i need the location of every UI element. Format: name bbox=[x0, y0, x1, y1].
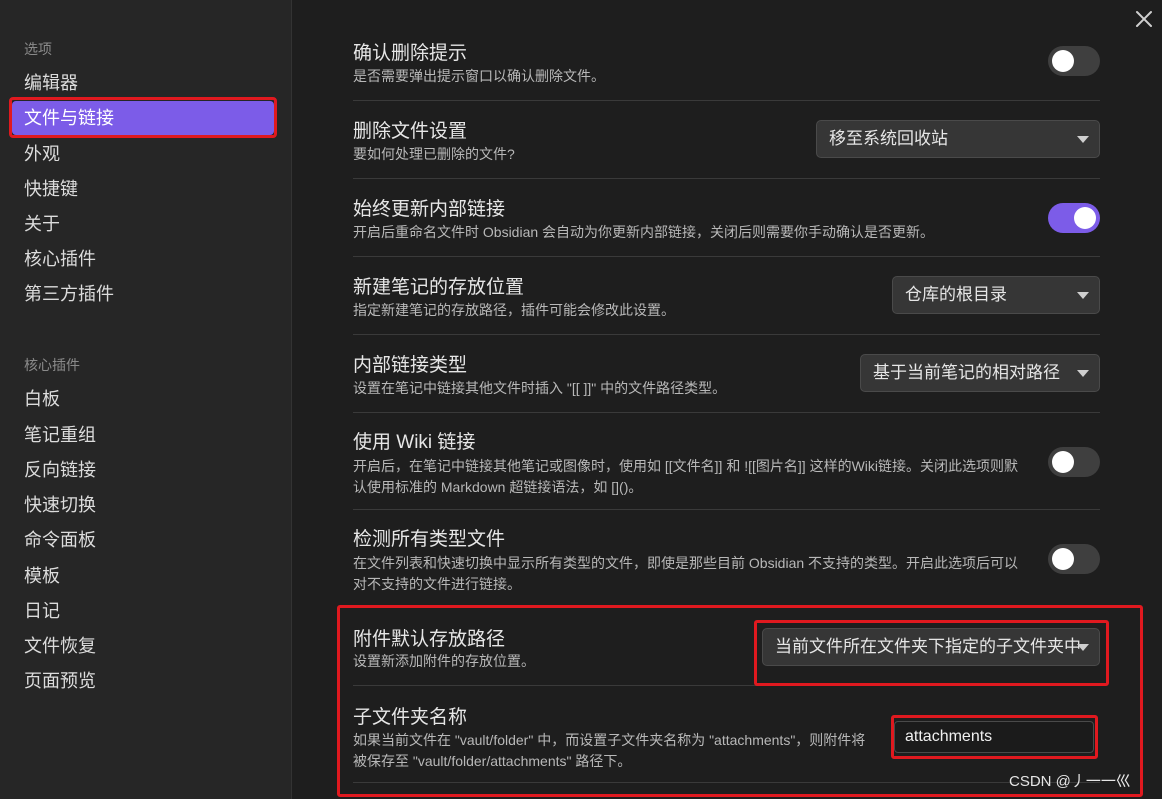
sidebar-item-canvas[interactable]: 白板 bbox=[12, 382, 274, 416]
setting-name: 始终更新内部链接 bbox=[353, 199, 506, 220]
setting-name: 使用 Wiki 链接 bbox=[353, 432, 476, 453]
sidebar-item-core-plugins[interactable]: 核心插件 bbox=[12, 242, 274, 276]
chevron-down-icon bbox=[1077, 370, 1089, 377]
sidebar-item-hotkeys[interactable]: 快捷键 bbox=[12, 172, 274, 206]
setting-desc: 指定新建笔记的存放路径，插件可能会修改此设置。 bbox=[353, 302, 675, 318]
confirm-delete-toggle[interactable] bbox=[1048, 46, 1100, 76]
setting-desc: 开启后，在笔记中链接其他笔记或图像时，使用如 [[文件名]] 和 ![[图片名]… bbox=[353, 458, 1018, 495]
setting-name: 检测所有类型文件 bbox=[353, 529, 506, 550]
setting-desc: 设置在笔记中链接其他文件时插入 "[[ ]]" 中的文件路径类型。 bbox=[353, 380, 727, 396]
setting-desc: 开启后重命名文件时 Obsidian 会自动为你更新内部链接，关闭后则需要你手动… bbox=[353, 224, 935, 240]
sidebar-item-appearance[interactable]: 外观 bbox=[12, 137, 274, 171]
setting-desc: 要如何处理已删除的文件? bbox=[353, 146, 515, 162]
sidebar-item-community-plugins[interactable]: 第三方插件 bbox=[12, 277, 274, 311]
setting-desc: 在文件列表和快速切换中显示所有类型的文件，即使是那些目前 Obsidian 不支… bbox=[353, 555, 1019, 592]
active-item-highlight bbox=[9, 97, 277, 138]
setting-name: 新建笔记的存放位置 bbox=[353, 277, 525, 298]
sidebar-item-templates[interactable]: 模板 bbox=[12, 559, 274, 593]
sidebar-item-about[interactable]: 关于 bbox=[12, 207, 274, 241]
toggle-knob bbox=[1052, 50, 1074, 72]
core-plugins-heading: 核心插件 bbox=[24, 357, 80, 373]
toggle-knob bbox=[1074, 207, 1096, 229]
setting-link-format: 内部链接类型 设置在笔记中链接其他文件时插入 "[[ ]]" 中的文件路径类型。… bbox=[353, 335, 1100, 413]
setting-new-note-location: 新建笔记的存放位置 指定新建笔记的存放路径，插件可能会修改此设置。 仓库的根目录 bbox=[353, 257, 1100, 335]
settings-sidebar: 选项 编辑器 文件与链接 外观 快捷键 关于 核心插件 第三方插件 核心插件 白… bbox=[0, 0, 292, 799]
watermark: CSDN @丿一一巛 bbox=[1009, 773, 1131, 790]
sidebar-item-daily-notes[interactable]: 日记 bbox=[12, 594, 274, 628]
wiki-links-toggle[interactable] bbox=[1048, 447, 1100, 477]
setting-deleted-files: 删除文件设置 要如何处理已删除的文件? 移至系统回收站 bbox=[353, 101, 1100, 179]
annotation-box-attachment-dropdown bbox=[754, 620, 1109, 686]
settings-panel: 确认删除提示 是否需要弹出提示窗口以确认删除文件。 删除文件设置 要如何处理已删… bbox=[292, 0, 1162, 799]
sidebar-item-page-preview[interactable]: 页面预览 bbox=[12, 664, 274, 698]
dropdown-value: 基于当前笔记的相对路径 bbox=[873, 363, 1060, 382]
options-heading: 选项 bbox=[24, 41, 52, 57]
sidebar-item-quick-switcher[interactable]: 快速切换 bbox=[12, 488, 274, 522]
setting-name: 删除文件设置 bbox=[353, 121, 468, 142]
toggle-knob bbox=[1052, 451, 1074, 473]
setting-confirm-delete: 确认删除提示 是否需要弹出提示窗口以确认删除文件。 bbox=[353, 28, 1100, 101]
update-links-toggle[interactable] bbox=[1048, 203, 1100, 233]
setting-update-internal-links: 始终更新内部链接 开启后重命名文件时 Obsidian 会自动为你更新内部链接，… bbox=[353, 179, 1100, 257]
dropdown-value: 移至系统回收站 bbox=[829, 129, 948, 148]
setting-detect-all-file-types: 检测所有类型文件 在文件列表和快速切换中显示所有类型的文件，即使是那些目前 Ob… bbox=[353, 510, 1100, 606]
dropdown-value: 仓库的根目录 bbox=[905, 285, 1007, 304]
detect-file-types-toggle[interactable] bbox=[1048, 544, 1100, 574]
setting-name: 内部链接类型 bbox=[353, 355, 468, 376]
deleted-files-dropdown[interactable]: 移至系统回收站 bbox=[816, 120, 1100, 158]
sidebar-item-backlinks[interactable]: 反向链接 bbox=[12, 453, 274, 487]
annotation-box-subfolder-input bbox=[891, 715, 1098, 759]
sidebar-item-command-palette[interactable]: 命令面板 bbox=[12, 523, 274, 557]
sidebar-item-file-recovery[interactable]: 文件恢复 bbox=[12, 629, 274, 663]
setting-name: 确认删除提示 bbox=[353, 43, 468, 64]
setting-desc: 是否需要弹出提示窗口以确认删除文件。 bbox=[353, 68, 605, 84]
sidebar-item-editor[interactable]: 编辑器 bbox=[12, 66, 274, 100]
sidebar-item-note-composer[interactable]: 笔记重组 bbox=[12, 418, 274, 452]
setting-wiki-links: 使用 Wiki 链接 开启后，在笔记中链接其他笔记或图像时，使用如 [[文件名]… bbox=[353, 413, 1100, 510]
toggle-knob bbox=[1052, 548, 1074, 570]
chevron-down-icon bbox=[1077, 292, 1089, 299]
chevron-down-icon bbox=[1077, 136, 1089, 143]
new-note-location-dropdown[interactable]: 仓库的根目录 bbox=[892, 276, 1100, 314]
link-format-dropdown[interactable]: 基于当前笔记的相对路径 bbox=[860, 354, 1100, 392]
